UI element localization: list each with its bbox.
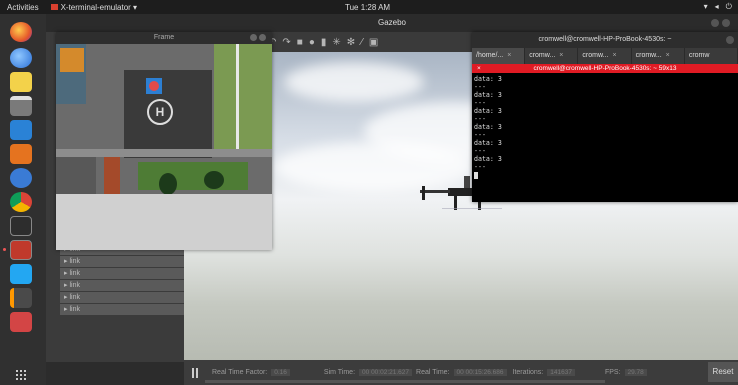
- svg-text:H: H: [156, 105, 165, 119]
- cylinder-shape-icon[interactable]: ▮: [321, 37, 327, 48]
- terminal-title: cromwell@cromwell-HP-ProBook-4530s: ~: [538, 36, 672, 43]
- point-light-icon[interactable]: ✻: [347, 37, 355, 48]
- gazebo-icon[interactable]: [10, 312, 32, 332]
- terminal-tab[interactable]: /home/... ×: [472, 48, 526, 64]
- real-time-factor-label: Real Time Factor:: [212, 369, 268, 376]
- real-time-label: Real Time:: [416, 369, 450, 376]
- tab-close-icon[interactable]: ×: [559, 52, 563, 59]
- terminal-line: data: 3: [474, 107, 502, 115]
- terminal-icon[interactable]: [10, 216, 32, 236]
- box-shape-icon[interactable]: ■: [297, 37, 303, 48]
- terminal-line: ---: [474, 131, 486, 139]
- sim-time-label: Sim Time:: [323, 369, 356, 376]
- close-icon[interactable]: [726, 36, 734, 44]
- top-bar: Activities X-terminal-emulator ▾ Tue 1:2…: [0, 0, 738, 14]
- redo-icon[interactable]: ↷: [282, 37, 290, 48]
- software-center-icon[interactable]: [10, 144, 32, 164]
- reset-button[interactable]: Reset: [708, 362, 738, 382]
- terminal-line: data: 3: [474, 155, 502, 163]
- vscode-icon[interactable]: [10, 264, 32, 284]
- terminal-line: ---: [474, 147, 486, 155]
- files-icon[interactable]: [10, 96, 32, 116]
- tab-close-icon[interactable]: ×: [612, 52, 616, 59]
- fps-value: 29.78: [624, 369, 647, 376]
- terminal-output[interactable]: data: 3 --- data: 3 --- data: 3 --- data…: [472, 73, 738, 179]
- dock: [0, 14, 46, 385]
- terminal-tab[interactable]: cromw: [685, 48, 738, 64]
- tab-close-icon[interactable]: ×: [507, 52, 511, 59]
- activities-button[interactable]: Activities: [7, 3, 39, 12]
- minimize-icon[interactable]: [250, 34, 257, 41]
- system-tray[interactable]: ▾ ◂ ⏻: [704, 2, 732, 12]
- power-icon[interactable]: ⏻: [726, 2, 732, 12]
- active-terminal-title: cromwell@cromwell-HP-ProBook-4530s: ~ 59…: [533, 65, 677, 72]
- gazebo-title: Gazebo: [377, 18, 407, 27]
- terminal-active-icon[interactable]: [10, 240, 32, 260]
- minimize-icon[interactable]: [711, 19, 719, 27]
- camera-frame-view: H: [56, 44, 272, 250]
- close-icon[interactable]: [259, 34, 266, 41]
- network-icon[interactable]: ▾: [704, 2, 708, 12]
- firefox-icon[interactable]: [10, 22, 32, 42]
- frame-window-title-bar: Frame: [56, 32, 272, 44]
- help-icon[interactable]: [10, 168, 32, 188]
- fps-label: FPS:: [604, 369, 621, 376]
- screenshot-icon[interactable]: ▣: [369, 37, 378, 48]
- horizontal-scrollbar[interactable]: [205, 380, 605, 383]
- terminal-line: data: 3: [474, 91, 502, 99]
- terminal-tab[interactable]: cromw... ×: [578, 48, 632, 64]
- app-menu[interactable]: X-terminal-emulator ▾: [50, 2, 138, 12]
- iterations-label: Iterations:: [512, 369, 544, 376]
- tab-close-icon[interactable]: ×: [666, 52, 670, 59]
- active-terminal-bar: × cromwell@cromwell-HP-ProBook-4530s: ~ …: [472, 64, 738, 73]
- spot-light-icon[interactable]: ⁄: [361, 37, 363, 48]
- clock[interactable]: Tue 1:28 AM: [345, 3, 390, 12]
- terminal-line: data: 3: [474, 123, 502, 131]
- terminal-tab[interactable]: cromw... ×: [632, 48, 685, 64]
- pause-icon[interactable]: [192, 367, 198, 378]
- app-menu-label: X-terminal-emulator ▾: [60, 2, 138, 12]
- gazebo-title-bar: Gazebo: [46, 14, 738, 32]
- sublime-icon[interactable]: [10, 288, 32, 308]
- close-icon[interactable]: [722, 19, 730, 27]
- terminal-window[interactable]: cromwell@cromwell-HP-ProBook-4530s: ~ /h…: [472, 32, 738, 202]
- real-time-factor-value: 0.16: [271, 369, 290, 376]
- writer-icon[interactable]: [10, 120, 32, 140]
- sphere-shape-icon[interactable]: ●: [309, 37, 315, 48]
- cloud: [284, 62, 424, 102]
- sun-light-icon[interactable]: ✳: [332, 37, 340, 48]
- terminal-tabs: /home/... × cromw... × cromw... × cromw... ×…: [472, 48, 738, 64]
- terminal-tab[interactable]: cromw... ×: [525, 48, 579, 64]
- sim-time-value: 00 00:02:21.627: [359, 369, 413, 376]
- terminal-line: data: 3: [474, 139, 502, 147]
- terminal-cursor: [474, 171, 478, 179]
- iterations-value: 141637: [547, 369, 575, 376]
- terminal-line: ---: [474, 83, 486, 91]
- rhythmbox-icon[interactable]: [10, 72, 32, 92]
- chrome-icon[interactable]: [10, 192, 32, 212]
- frame-window[interactable]: Frame H: [56, 32, 272, 250]
- terminal-app-icon: [50, 4, 58, 10]
- running-indicator: [3, 248, 6, 251]
- terminal-title-bar: cromwell@cromwell-HP-ProBook-4530s: ~: [472, 32, 738, 48]
- terminal-line: ---: [474, 163, 486, 171]
- real-time-value: 00 00:15:26.686: [453, 369, 507, 376]
- thunderbird-icon[interactable]: [10, 48, 32, 68]
- terminal-line: ---: [474, 99, 486, 107]
- close-icon[interactable]: ×: [477, 64, 481, 73]
- volume-icon[interactable]: ◂: [715, 2, 719, 12]
- show-applications-icon[interactable]: [16, 370, 26, 380]
- frame-window-title: Frame: [153, 34, 175, 41]
- terminal-line: data: 3: [474, 75, 502, 83]
- terminal-line: ---: [474, 115, 486, 123]
